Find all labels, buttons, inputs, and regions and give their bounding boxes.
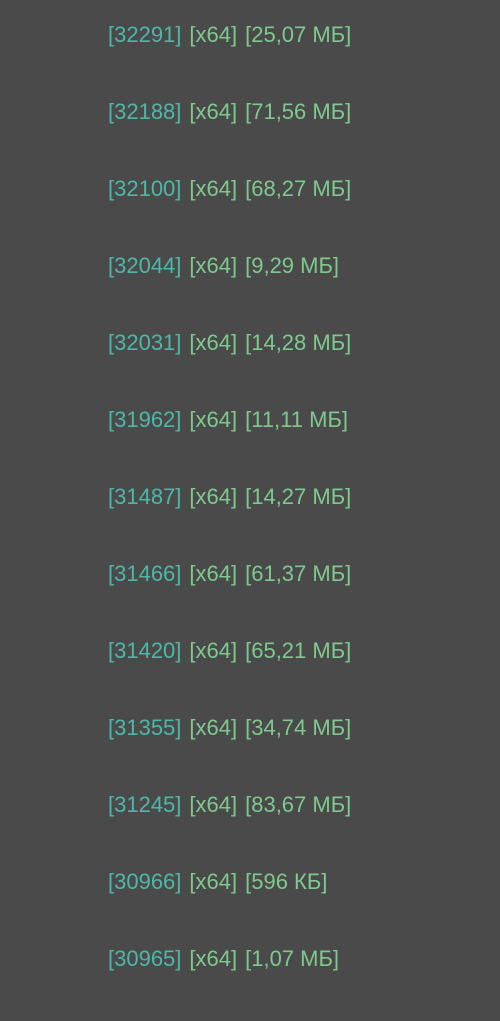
item-id: [32188] — [108, 99, 181, 125]
item-id: [31962] — [108, 407, 181, 433]
item-arch: [x64] — [189, 22, 237, 48]
item-size: [65,21 МБ] — [245, 638, 351, 664]
item-arch: [x64] — [189, 330, 237, 356]
item-arch: [x64] — [189, 869, 237, 895]
item-size: [9,29 МБ] — [245, 253, 339, 279]
item-id: [31487] — [108, 484, 181, 510]
item-size: [68,27 МБ] — [245, 176, 351, 202]
item-id: [32291] — [108, 22, 181, 48]
list-item[interactable]: [31245] [x64] [83,67 МБ] — [108, 790, 500, 867]
item-size: [34,74 МБ] — [245, 715, 351, 741]
item-arch: [x64] — [189, 946, 237, 972]
item-id: [32044] — [108, 253, 181, 279]
list-item[interactable]: [32188] [x64] [71,56 МБ] — [108, 97, 500, 174]
list-item[interactable]: [30966] [x64] [596 КБ] — [108, 867, 500, 944]
list-item[interactable]: [30965] [x64] [1,07 МБ] — [108, 944, 500, 1021]
item-list: [32291] [x64] [25,07 МБ] [32188] [x64] [71,56… — [108, 20, 500, 1021]
list-item[interactable]: [31962] [x64] [11,11 МБ] — [108, 405, 500, 482]
item-id: [30966] — [108, 869, 181, 895]
item-size: [25,07 МБ] — [245, 22, 351, 48]
list-item[interactable]: [31466] [x64] [61,37 МБ] — [108, 559, 500, 636]
list-item[interactable]: [32031] [x64] [14,28 МБ] — [108, 328, 500, 405]
list-item[interactable]: [31487] [x64] [14,27 МБ] — [108, 482, 500, 559]
item-size: [14,27 МБ] — [245, 484, 351, 510]
list-item[interactable]: [32044] [x64] [9,29 МБ] — [108, 251, 500, 328]
list-item[interactable]: [32291] [x64] [25,07 МБ] — [108, 20, 500, 97]
list-item[interactable]: [31355] [x64] [34,74 МБ] — [108, 713, 500, 790]
item-id: [31420] — [108, 638, 181, 664]
item-arch: [x64] — [189, 638, 237, 664]
item-arch: [x64] — [189, 407, 237, 433]
item-arch: [x64] — [189, 99, 237, 125]
item-size: [14,28 МБ] — [245, 330, 351, 356]
item-id: [31355] — [108, 715, 181, 741]
item-size: [11,11 МБ] — [245, 407, 348, 433]
item-id: [30965] — [108, 946, 181, 972]
item-id: [31245] — [108, 792, 181, 818]
item-id: [31466] — [108, 561, 181, 587]
item-id: [32100] — [108, 176, 181, 202]
item-arch: [x64] — [189, 253, 237, 279]
item-arch: [x64] — [189, 715, 237, 741]
item-size: [83,67 МБ] — [245, 792, 351, 818]
item-size: [596 КБ] — [245, 869, 327, 895]
item-id: [32031] — [108, 330, 181, 356]
item-arch: [x64] — [189, 484, 237, 510]
item-arch: [x64] — [189, 561, 237, 587]
item-size: [71,56 МБ] — [245, 99, 351, 125]
item-arch: [x64] — [189, 176, 237, 202]
item-arch: [x64] — [189, 792, 237, 818]
item-size: [61,37 МБ] — [245, 561, 351, 587]
item-size: [1,07 МБ] — [245, 946, 339, 972]
list-item[interactable]: [32100] [x64] [68,27 МБ] — [108, 174, 500, 251]
list-item[interactable]: [31420] [x64] [65,21 МБ] — [108, 636, 500, 713]
